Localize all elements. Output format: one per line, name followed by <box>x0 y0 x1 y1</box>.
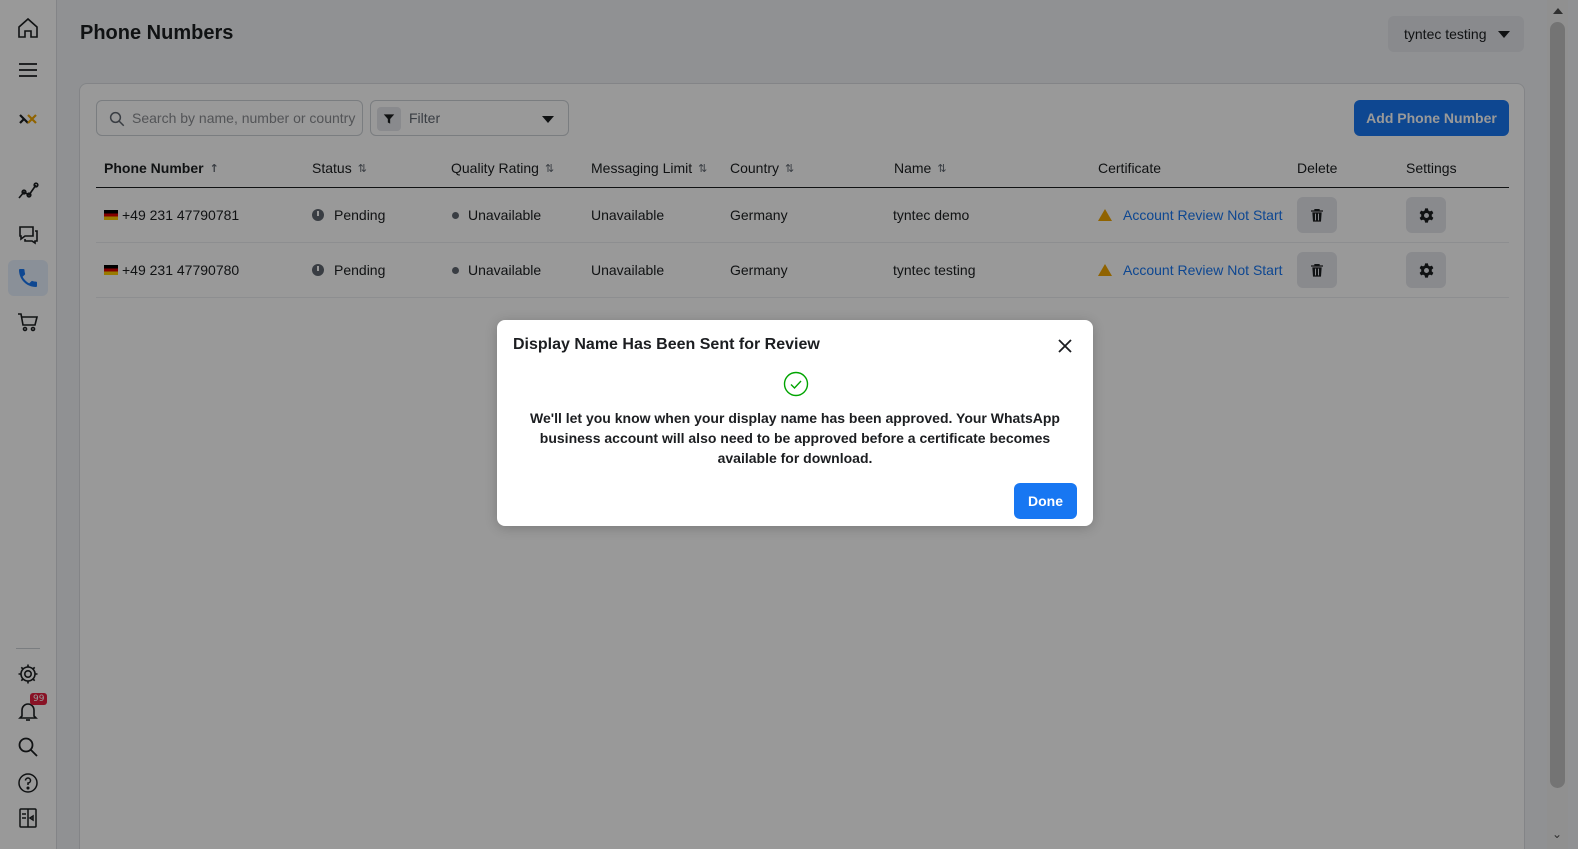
review-dialog: Display Name Has Been Sent for Review We… <box>497 320 1093 526</box>
success-check-icon <box>783 371 809 397</box>
dialog-title: Display Name Has Been Sent for Review <box>513 336 820 353</box>
close-icon[interactable] <box>1053 334 1077 358</box>
done-button[interactable]: Done <box>1014 483 1077 519</box>
dialog-message: We'll let you know when your display nam… <box>530 410 1060 466</box>
